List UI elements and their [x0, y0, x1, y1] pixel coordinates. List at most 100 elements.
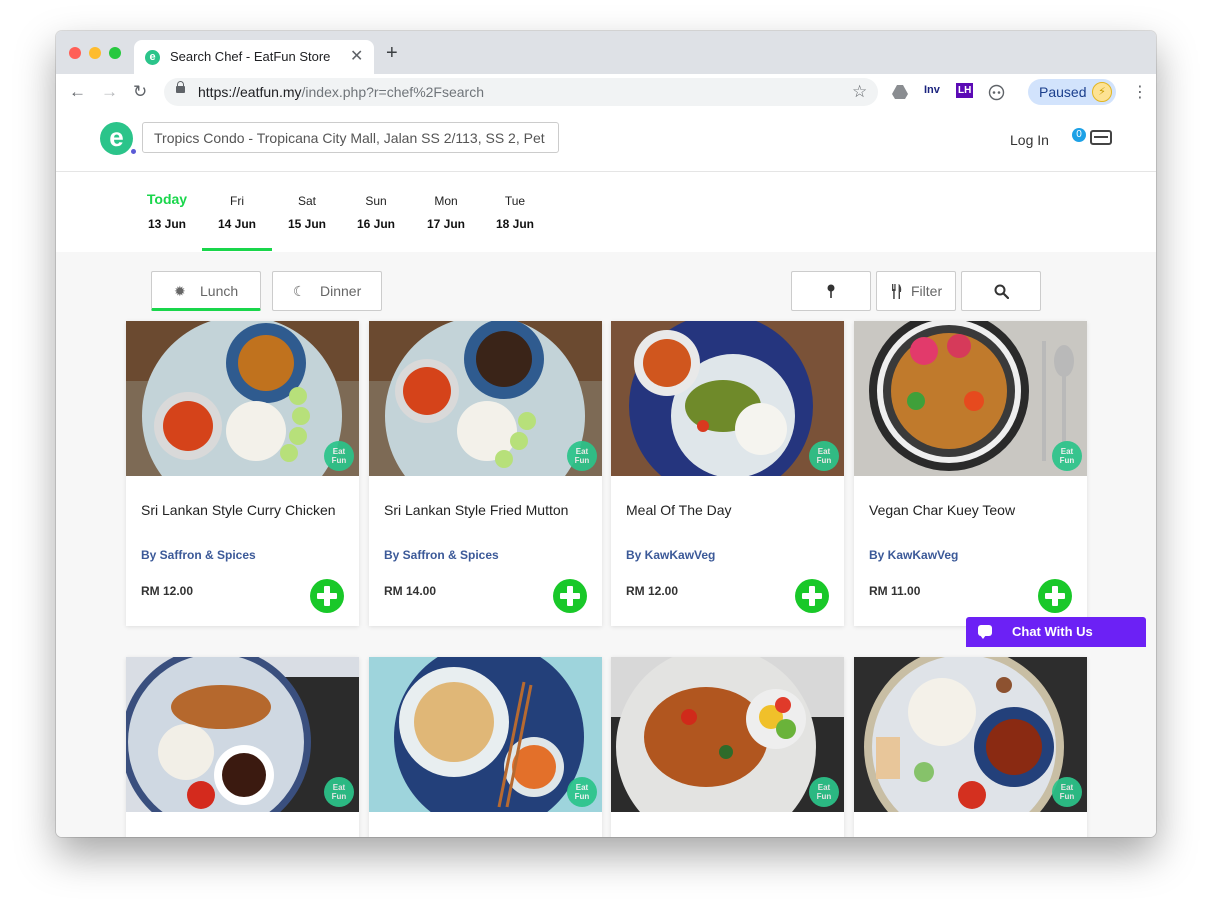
- badge-line1: Eat: [575, 783, 589, 792]
- day-name: Today: [146, 191, 188, 207]
- eatfun-badge: Eat Fun: [324, 777, 354, 807]
- add-to-cart-button[interactable]: [795, 579, 829, 613]
- cutlery-icon: [892, 284, 902, 299]
- day-tab-0[interactable]: Today 13 Jun: [132, 172, 202, 250]
- filter-label: Filter: [911, 283, 943, 299]
- dinner-button[interactable]: ☾ Dinner: [272, 271, 382, 311]
- dish-card[interactable]: Eat Fun: [611, 657, 844, 837]
- chef-link[interactable]: By KawKawVeg: [626, 548, 715, 562]
- tab-bar: e Search Chef - EatFun Store ✕ +: [56, 31, 1156, 74]
- maximize-window-button[interactable]: [109, 47, 121, 59]
- badge-line1: Eat: [817, 447, 831, 456]
- chat-label: Chat With Us: [1012, 624, 1093, 639]
- address-bar[interactable]: https://eatfun.my/index.php?r=chef%2Fsea…: [164, 78, 878, 106]
- badge-line2: Fun: [816, 792, 832, 801]
- login-link[interactable]: Log In: [1010, 132, 1049, 148]
- sun-icon: ✹: [174, 283, 186, 299]
- site-header: e Tropics Condo - Tropicana City Mall, J…: [56, 111, 1156, 172]
- badge-line2: Fun: [1059, 456, 1075, 465]
- badge-line1: Eat: [1060, 783, 1074, 792]
- browser-toolbar: ← → ↻ https://eatfun.my/index.php?r=chef…: [56, 74, 1156, 112]
- eatfun-logo[interactable]: e: [100, 122, 133, 155]
- eatfun-badge: Eat Fun: [567, 777, 597, 807]
- filter-button[interactable]: Filter: [876, 271, 956, 311]
- close-window-button[interactable]: [69, 47, 81, 59]
- day-tab-1[interactable]: Fri 14 Jun: [202, 172, 272, 251]
- lock-icon: [176, 81, 185, 93]
- badge-line1: Eat: [817, 783, 831, 792]
- day-name: Fri: [230, 194, 244, 208]
- reload-icon[interactable]: ↻: [133, 82, 147, 102]
- add-to-cart-button[interactable]: [1038, 579, 1072, 613]
- tab-close-icon[interactable]: ✕: [350, 46, 363, 66]
- badge-line1: Eat: [332, 783, 346, 792]
- eatfun-badge: Eat Fun: [1052, 777, 1082, 807]
- bookmark-star-icon[interactable]: ☆: [852, 82, 867, 102]
- extension-circle-icon[interactable]: [988, 84, 1005, 101]
- chef-link[interactable]: By Saffron & Spices: [384, 548, 499, 562]
- lunch-button[interactable]: ✹ Lunch: [151, 271, 261, 311]
- eatfun-badge: Eat Fun: [809, 441, 839, 471]
- chef-link[interactable]: By Saffron & Spices: [141, 548, 256, 562]
- dish-name[interactable]: Vegan Char Kuey Teow: [869, 502, 1015, 518]
- menu-kebab-icon[interactable]: ⋮: [1132, 82, 1148, 102]
- chat-with-us-button[interactable]: Chat With Us: [966, 617, 1146, 647]
- profile-button[interactable]: Paused ⚡: [1028, 79, 1116, 105]
- logo-dot: [131, 149, 136, 154]
- day-tab-2[interactable]: Sat 15 Jun: [272, 172, 342, 250]
- url-path: /index.php?r=chef%2Fsearch: [301, 84, 485, 100]
- moon-icon: ☾: [293, 283, 306, 299]
- browser-tab[interactable]: e Search Chef - EatFun Store ✕: [134, 40, 374, 74]
- delivery-address-field[interactable]: Tropics Condo - Tropicana City Mall, Jal…: [142, 122, 559, 153]
- eatfun-badge: Eat Fun: [809, 777, 839, 807]
- badge-line2: Fun: [574, 792, 590, 801]
- dish-name[interactable]: Sri Lankan Style Fried Mutton: [384, 502, 568, 518]
- dish-name[interactable]: Meal Of The Day: [626, 502, 732, 518]
- day-tab-4[interactable]: Mon 17 Jun: [411, 172, 481, 250]
- back-arrow-icon[interactable]: ←: [69, 82, 86, 102]
- main-content: ✹ Lunch ☾ Dinner Filter Eat Fun Sri Lank…: [56, 252, 1156, 837]
- dish-card[interactable]: Eat Fun Sri Lankan Style Curry Chicken By…: [126, 321, 359, 626]
- search-icon: [994, 284, 1009, 299]
- badge-line2: Fun: [331, 792, 347, 801]
- day-name: Tue: [504, 194, 526, 208]
- day-date: 18 Jun: [495, 217, 534, 231]
- day-tab-5[interactable]: Tue 18 Jun: [480, 172, 550, 250]
- eatfun-badge: Eat Fun: [567, 441, 597, 471]
- day-date: 13 Jun: [147, 217, 186, 231]
- cart-icon[interactable]: [1090, 130, 1112, 145]
- day-date: 14 Jun: [217, 217, 256, 231]
- dish-card[interactable]: Eat Fun Sri Lankan Style Fried Mutton By …: [369, 321, 602, 626]
- badge-line2: Fun: [1059, 792, 1075, 801]
- drive-icon[interactable]: [892, 85, 908, 99]
- browser-window: e Search Chef - EatFun Store ✕ + ← → ↻ h…: [56, 31, 1156, 837]
- dish-name[interactable]: Sri Lankan Style Curry Chicken: [141, 502, 336, 518]
- chef-link[interactable]: By KawKawVeg: [869, 548, 958, 562]
- map-pin-icon: [827, 284, 835, 298]
- add-to-cart-button[interactable]: [310, 579, 344, 613]
- lunch-label: Lunch: [200, 283, 239, 299]
- forward-arrow-icon[interactable]: →: [101, 82, 118, 102]
- location-button[interactable]: [791, 271, 871, 311]
- add-to-cart-button[interactable]: [553, 579, 587, 613]
- day-date: 15 Jun: [287, 217, 326, 231]
- favicon-icon: e: [145, 50, 160, 65]
- lh-extension-icon[interactable]: LH: [956, 83, 974, 98]
- eatfun-badge: Eat Fun: [1052, 441, 1082, 471]
- inv-extension-icon[interactable]: Inv: [924, 84, 940, 96]
- minimize-window-button[interactable]: [89, 47, 101, 59]
- day-date: 17 Jun: [426, 217, 465, 231]
- dish-card[interactable]: Eat Fun: [369, 657, 602, 837]
- dish-card[interactable]: Eat Fun Meal Of The Day By KawKawVeg RM 1…: [611, 321, 844, 626]
- day-tab-3[interactable]: Sun 16 Jun: [341, 172, 411, 250]
- avatar: ⚡: [1092, 82, 1112, 102]
- dish-card[interactable]: Eat Fun: [854, 657, 1087, 837]
- badge-line1: Eat: [1060, 447, 1074, 456]
- day-date: 16 Jun: [356, 217, 395, 231]
- dish-card[interactable]: Eat Fun: [126, 657, 359, 837]
- new-tab-icon[interactable]: +: [386, 43, 398, 63]
- search-button[interactable]: [961, 271, 1041, 311]
- dish-card[interactable]: Eat Fun Vegan Char Kuey Teow By KawKawVeg…: [854, 321, 1087, 626]
- day-name: Sat: [297, 194, 316, 208]
- eatfun-badge: Eat Fun: [324, 441, 354, 471]
